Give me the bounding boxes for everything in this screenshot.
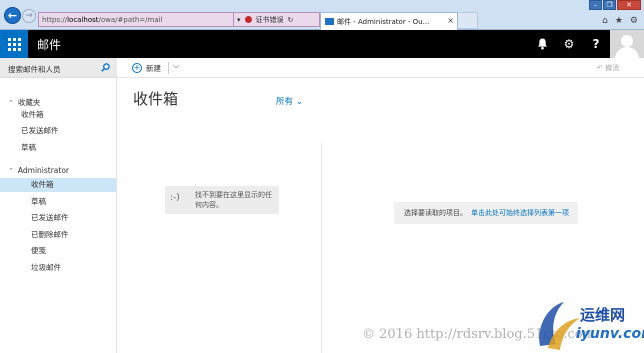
help-icon[interactable]: ?	[583, 30, 609, 58]
plus-icon[interactable]: +	[132, 63, 142, 73]
mail-icon	[325, 18, 334, 25]
chevron-down-icon[interactable]: ⌵	[173, 61, 179, 71]
search-box[interactable]: 搜索邮件和人员	[0, 58, 117, 78]
logo-main-text: 运维网	[580, 306, 626, 324]
reading-pane-text: 选择要读取的项目。	[404, 209, 467, 217]
empty-list-message: :-) 找不到要在这里显示的任何内容。	[165, 186, 279, 214]
undo-button[interactable]: ↶ 撤消	[597, 63, 619, 73]
logo-sub-text: iyunv.com	[576, 326, 644, 342]
filter-label: 所有	[276, 97, 294, 107]
address-prefix: https://	[42, 15, 68, 24]
forward-arrow-icon[interactable]: →	[22, 9, 36, 23]
folder-item-inbox[interactable]: 收件箱	[0, 178, 116, 192]
favorites-item-inbox[interactable]: 收件箱	[0, 108, 116, 122]
watermark-logo: 运维网 iyunv.com	[534, 296, 644, 353]
account-label: Administrator	[17, 166, 70, 175]
chevron-collapse-icon[interactable]: ⌃	[8, 167, 14, 175]
folder-item-deleted[interactable]: 已删除邮件	[0, 228, 116, 242]
page-title: 收件箱	[133, 90, 179, 108]
cert-error-icon[interactable]	[244, 16, 252, 23]
address-host: localhost	[67, 15, 99, 24]
browser-toolbar-icons: ⌂ ★ ⚙	[602, 16, 638, 26]
pane-divider[interactable]	[321, 143, 322, 353]
favorites-label: 收藏夹	[17, 98, 41, 107]
tab-close-icon[interactable]: ×	[447, 16, 454, 25]
app-launcher-icon[interactable]	[0, 30, 28, 58]
folder-item-notes[interactable]: 便笺	[0, 244, 116, 258]
browser-chrome: ← → https://localhost/owa/#path=/mail ▾ …	[0, 0, 644, 30]
new-tab-button[interactable]	[458, 12, 478, 29]
emoticon: :-)	[170, 193, 180, 203]
refresh-icon[interactable]: ↻	[288, 16, 294, 24]
favorites-group-header[interactable]: ⌃ 收藏夹	[8, 97, 40, 108]
filter-dropdown[interactable]: 所有 ⌄	[276, 95, 303, 107]
reading-pane-prompt: 选择要读取的项目。 单击此处可始终选择列表第一项	[394, 202, 578, 224]
address-bar-actions: ▾ 证书错误 ↻	[234, 12, 320, 27]
folder-pane: ⌃ 收藏夹 收件箱 已发送邮件 草稿 ⌃ Administrator 收件箱 草稿 …	[0, 78, 117, 353]
restore-icon[interactable]: ❐	[603, 0, 616, 10]
tools-gear-icon[interactable]: ⚙	[630, 16, 638, 26]
address-bar[interactable]: https://localhost/owa/#path=/mail	[38, 12, 234, 27]
address-path: /owa/#path=/mail	[98, 15, 163, 24]
folder-item-sent[interactable]: 已发送邮件	[0, 211, 116, 225]
close-window-icon[interactable]: ✕	[617, 0, 641, 10]
always-select-first-link[interactable]: 单击此处可始终选择列表第一项	[471, 209, 569, 217]
empty-list-text: 找不到要在这里显示的任何内容。	[195, 191, 272, 209]
favorites-star-icon[interactable]: ★	[615, 16, 623, 26]
favorites-item-drafts[interactable]: 草稿	[0, 141, 116, 155]
undo-icon: ↶	[597, 64, 603, 72]
settings-gear-icon[interactable]: ⚙	[556, 30, 582, 58]
back-arrow-icon[interactable]: ←	[4, 7, 21, 24]
cert-error-label[interactable]: 证书错误	[256, 15, 284, 25]
chevron-down-icon: ⌄	[295, 97, 303, 107]
search-icon[interactable]	[101, 63, 110, 72]
app-title: 邮件	[37, 38, 62, 52]
browser-tab[interactable]: 邮件 - Administrator - Ou... ×	[320, 12, 458, 30]
folder-item-junk[interactable]: 垃圾邮件	[0, 261, 116, 275]
command-bar: + 新建 ⌵ ↶ 撤消	[117, 58, 644, 78]
logo-swoosh-icon	[539, 302, 580, 350]
search-dropdown-icon[interactable]: ▾	[237, 16, 241, 24]
undo-label: 撤消	[605, 64, 620, 72]
folder-item-drafts[interactable]: 草稿	[0, 195, 116, 209]
divider	[168, 62, 169, 74]
avatar[interactable]	[610, 30, 644, 58]
tab-title: 邮件 - Administrator - Ou...	[337, 17, 430, 26]
minimize-icon[interactable]: –	[589, 0, 602, 10]
new-button[interactable]: 新建	[146, 63, 161, 74]
search-input[interactable]: 搜索邮件和人员	[8, 64, 61, 75]
home-icon[interactable]: ⌂	[602, 16, 608, 26]
suite-bar: 邮件 ⚙ ?	[0, 30, 644, 58]
notification-bell-icon[interactable]	[529, 30, 555, 58]
account-group-header[interactable]: ⌃ Administrator	[8, 166, 69, 175]
favorites-item-sent[interactable]: 已发送邮件	[0, 124, 116, 138]
window-controls: – ❐ ✕	[588, 0, 641, 10]
chevron-collapse-icon[interactable]: ⌃	[8, 99, 14, 107]
